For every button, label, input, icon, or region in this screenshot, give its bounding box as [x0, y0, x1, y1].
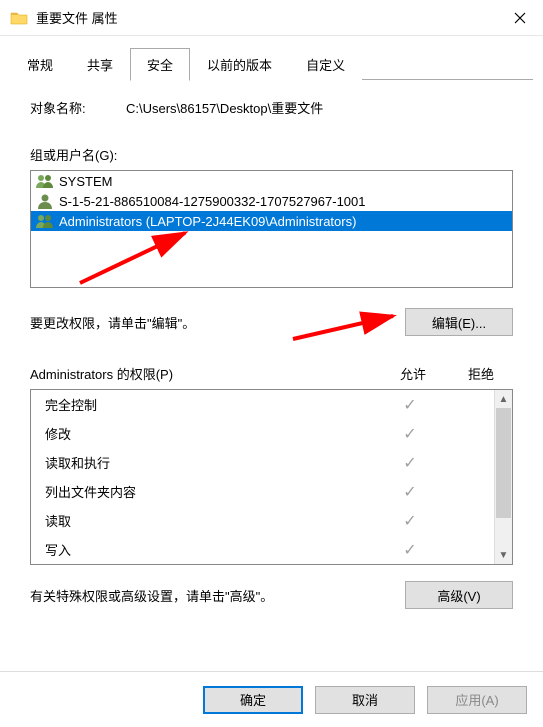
permission-allow-check: ✓	[374, 424, 446, 444]
apply-button[interactable]: 应用(A)	[427, 686, 527, 714]
permission-allow-check: ✓	[374, 395, 446, 415]
permission-row: 列出文件夹内容✓	[31, 477, 494, 506]
permissions-box: 完全控制✓修改✓读取和执行✓列出文件夹内容✓读取✓写入✓ ▲ ▼	[30, 389, 513, 565]
permission-name: 读取	[45, 511, 374, 530]
list-item-label: SYSTEM	[59, 174, 112, 189]
window-title: 重要文件 属性	[36, 8, 497, 27]
tab-strip: 常规 共享 安全 以前的版本 自定义	[0, 36, 543, 80]
advanced-button[interactable]: 高级(V)	[405, 581, 513, 609]
permission-name: 读取和执行	[45, 453, 374, 472]
edit-hint-row: 要更改权限，请单击"编辑"。 编辑(E)...	[30, 308, 513, 336]
object-path: C:\Users\86157\Desktop\重要文件	[126, 98, 323, 117]
tab-general[interactable]: 常规	[10, 48, 70, 80]
close-icon	[514, 12, 526, 24]
permission-row: 修改✓	[31, 419, 494, 448]
tab-share[interactable]: 共享	[70, 48, 130, 80]
tab-previous-versions[interactable]: 以前的版本	[190, 48, 289, 80]
content-area: 对象名称: C:\Users\86157\Desktop\重要文件 组或用户名(…	[0, 80, 543, 609]
permission-allow-check: ✓	[374, 453, 446, 473]
close-button[interactable]	[497, 2, 543, 34]
cancel-button[interactable]: 取消	[315, 686, 415, 714]
permission-name: 列出文件夹内容	[45, 482, 374, 501]
list-item-label: Administrators (LAPTOP-2J44EK09\Administ…	[59, 214, 356, 229]
permission-row: 读取✓	[31, 506, 494, 535]
permissions-header-allow: 允许	[377, 364, 449, 383]
tab-custom[interactable]: 自定义	[289, 48, 362, 80]
permission-allow-check: ✓	[374, 511, 446, 531]
list-item[interactable]: Administrators (LAPTOP-2J44EK09\Administ…	[31, 211, 512, 231]
titlebar: 重要文件 属性	[0, 0, 543, 36]
permission-allow-check: ✓	[374, 482, 446, 502]
list-item[interactable]: SYSTEM	[31, 171, 512, 191]
edit-button[interactable]: 编辑(E)...	[405, 308, 513, 336]
users-group-icon	[35, 213, 55, 229]
groups-listbox[interactable]: SYSTEM S-1-5-21-886510084-1275900332-1707…	[30, 170, 513, 288]
object-label: 对象名称:	[30, 98, 126, 117]
advanced-hint-text: 有关特殊权限或高级设置，请单击"高级"。	[30, 586, 405, 605]
permissions-header-name: Administrators 的权限(P)	[30, 364, 377, 383]
groups-label: 组或用户名(G):	[30, 145, 513, 164]
permissions-header-deny: 拒绝	[449, 364, 513, 383]
permission-name: 写入	[45, 540, 374, 559]
permissions-header: Administrators 的权限(P) 允许 拒绝	[30, 364, 513, 383]
ok-button[interactable]: 确定	[203, 686, 303, 714]
scroll-thumb[interactable]	[496, 408, 511, 518]
object-row: 对象名称: C:\Users\86157\Desktop\重要文件	[30, 98, 513, 117]
edit-hint-text: 要更改权限，请单击"编辑"。	[30, 313, 405, 332]
folder-icon	[10, 11, 28, 25]
scroll-down-icon[interactable]: ▼	[495, 546, 512, 564]
permission-name: 修改	[45, 424, 374, 443]
permission-row: 读取和执行✓	[31, 448, 494, 477]
permission-name: 完全控制	[45, 395, 374, 414]
permission-row: 写入✓	[31, 535, 494, 564]
tab-security[interactable]: 安全	[130, 48, 190, 81]
scroll-up-icon[interactable]: ▲	[495, 390, 512, 408]
dialog-footer: 确定 取消 应用(A)	[0, 671, 543, 727]
users-group-icon	[35, 173, 55, 189]
advanced-hint-row: 有关特殊权限或高级设置，请单击"高级"。 高级(V)	[30, 581, 513, 609]
list-item-label: S-1-5-21-886510084-1275900332-1707527967…	[59, 194, 365, 209]
permission-allow-check: ✓	[374, 540, 446, 560]
permissions-scrollbar[interactable]: ▲ ▼	[494, 390, 512, 564]
permission-row: 完全控制✓	[31, 390, 494, 419]
user-icon	[35, 193, 55, 209]
list-item[interactable]: S-1-5-21-886510084-1275900332-1707527967…	[31, 191, 512, 211]
